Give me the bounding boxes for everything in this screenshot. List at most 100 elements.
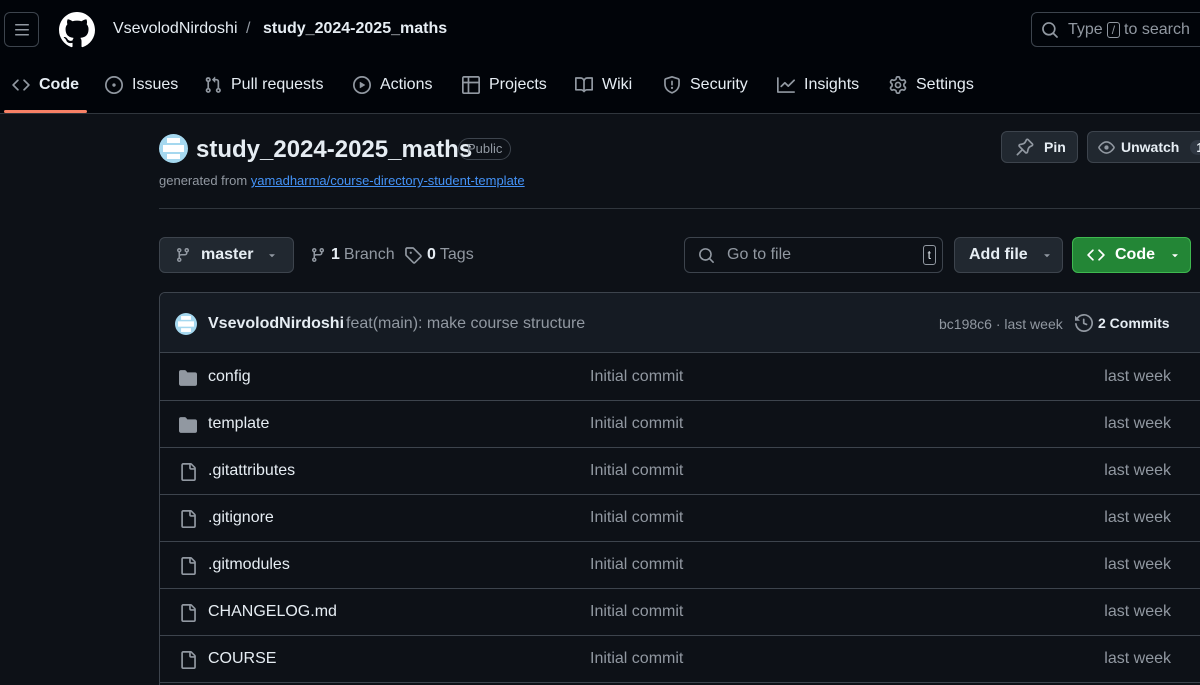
breadcrumb-separator: / xyxy=(246,20,251,37)
code-dropdown-button[interactable]: Code xyxy=(1072,237,1191,273)
search-icon xyxy=(1041,21,1059,39)
branch-selector-button[interactable]: master xyxy=(159,237,294,273)
file-icon xyxy=(179,557,197,575)
play-icon xyxy=(353,76,380,94)
commits-history-link[interactable]: 2 Commits xyxy=(1075,314,1170,332)
tab-actions[interactable]: Actions xyxy=(353,62,432,108)
branch-count: 1 xyxy=(331,246,340,263)
tab-insights[interactable]: Insights xyxy=(777,62,859,108)
tag-label: Tags xyxy=(439,246,474,263)
book-icon xyxy=(575,76,602,94)
commit-sha-and-date[interactable]: bc198c6 · last week xyxy=(939,316,1063,332)
file-commit-message[interactable]: Initial commit xyxy=(590,415,683,433)
file-commit-message[interactable]: Initial commit xyxy=(590,603,683,621)
commit-message-link[interactable]: feat(main): make course structure xyxy=(346,315,585,333)
git-branch-icon xyxy=(175,247,191,263)
commit-author-avatar[interactable] xyxy=(175,313,197,335)
global-header: VsevolodNirdoshi / study_2024-2025_maths… xyxy=(0,0,1200,114)
file-name-link[interactable]: COURSE xyxy=(208,650,276,668)
tab-pull-requests-label: Pull requests xyxy=(231,76,324,93)
tag-count: 0 xyxy=(427,246,436,263)
file-commit-message[interactable]: Initial commit xyxy=(590,368,683,386)
pin-icon xyxy=(1016,138,1034,156)
file-commit-message[interactable]: Initial commit xyxy=(590,509,683,527)
branch-name: master xyxy=(201,246,254,263)
watch-count: 1 xyxy=(1190,139,1200,155)
unwatch-button[interactable]: Unwatch 1 xyxy=(1087,131,1200,163)
issue-opened-icon xyxy=(105,76,132,94)
commit-author-link[interactable]: VsevolodNirdoshi xyxy=(208,315,344,333)
active-tab-indicator xyxy=(4,110,87,113)
git-branch-icon xyxy=(310,247,326,263)
header-divider xyxy=(159,208,1200,209)
tab-actions-label: Actions xyxy=(380,76,433,93)
code-icon xyxy=(1087,246,1105,264)
file-row[interactable]: COURSE Initial commit last week xyxy=(160,636,1200,683)
go-to-file-shortcut: t xyxy=(922,245,936,265)
tab-wiki[interactable]: Wiki xyxy=(575,62,632,108)
file-name-link[interactable]: .gitignore xyxy=(208,509,274,527)
file-row[interactable]: .gitattributes Initial commit last week xyxy=(160,448,1200,495)
history-icon xyxy=(1075,314,1098,332)
file-name-link[interactable]: .gitattributes xyxy=(208,462,295,480)
tab-security[interactable]: Security xyxy=(663,62,748,108)
github-logo-icon[interactable] xyxy=(59,12,95,48)
file-name-link[interactable]: template xyxy=(208,415,269,433)
tab-projects[interactable]: Projects xyxy=(462,62,547,108)
breadcrumb-owner-link[interactable]: VsevolodNirdoshi xyxy=(113,20,238,38)
table-icon xyxy=(462,76,489,94)
pin-button[interactable]: Pin xyxy=(1001,131,1078,163)
folder-icon xyxy=(179,416,197,434)
file-row[interactable]: .gitignore Initial commit last week xyxy=(160,495,1200,542)
hamburger-icon xyxy=(14,22,30,38)
file-commit-message[interactable]: Initial commit xyxy=(590,556,683,574)
tags-link[interactable]: 0 Tags xyxy=(404,246,474,264)
triangle-down-icon xyxy=(266,249,278,261)
file-row[interactable]: config Initial commit last week xyxy=(160,354,1200,401)
file-browser: VsevolodNirdoshi feat(main): make course… xyxy=(159,292,1200,685)
generated-from-prefix: generated from xyxy=(159,173,248,188)
commits-count: 2 Commits xyxy=(1098,315,1170,331)
triangle-down-icon xyxy=(1169,249,1181,261)
shield-icon xyxy=(663,76,690,94)
file-name-link[interactable]: .gitmodules xyxy=(208,556,290,574)
hamburger-menu-button[interactable] xyxy=(4,12,39,47)
go-to-file-input[interactable]: Go to file t xyxy=(684,237,943,273)
global-search-button[interactable]: Type / to search xyxy=(1031,12,1200,47)
visibility-badge: Public xyxy=(458,138,512,160)
file-row[interactable]: CHANGELOG.md Initial commit last week xyxy=(160,589,1200,636)
breadcrumb-repo-link[interactable]: study_2024-2025_maths xyxy=(263,20,447,38)
add-file-button[interactable]: Add file xyxy=(954,237,1063,273)
code-icon xyxy=(12,76,39,94)
repo-name[interactable]: study_2024-2025_maths xyxy=(196,136,472,164)
file-name-link[interactable]: CHANGELOG.md xyxy=(208,603,337,621)
search-icon xyxy=(698,247,715,264)
tab-settings-label: Settings xyxy=(916,76,974,93)
branches-link[interactable]: 1 Branch xyxy=(310,246,395,264)
file-commit-date: last week xyxy=(1104,462,1171,479)
file-commit-date: last week xyxy=(1104,556,1171,573)
tab-issues-label: Issues xyxy=(132,76,179,93)
go-to-file-placeholder: Go to file xyxy=(727,246,792,263)
template-repo-link[interactable]: yamadharma/course-directory-student-temp… xyxy=(251,173,525,188)
unwatch-label: Unwatch xyxy=(1121,139,1180,155)
branch-label: Branch xyxy=(343,246,395,263)
pin-label: Pin xyxy=(1044,139,1066,155)
tab-settings[interactable]: Settings xyxy=(889,62,974,108)
file-commit-date: last week xyxy=(1104,368,1171,385)
tab-issues[interactable]: Issues xyxy=(105,62,178,108)
tab-wiki-label: Wiki xyxy=(602,76,633,93)
file-commit-date: last week xyxy=(1104,509,1171,526)
file-icon xyxy=(179,604,197,622)
owner-avatar[interactable] xyxy=(159,134,188,163)
latest-commit-bar: VsevolodNirdoshi feat(main): make course… xyxy=(160,293,1200,353)
file-row[interactable]: template Initial commit last week xyxy=(160,401,1200,448)
triangle-down-icon xyxy=(1041,249,1053,261)
file-commit-message[interactable]: Initial commit xyxy=(590,650,683,668)
tab-code[interactable]: Code xyxy=(12,62,79,108)
file-name-link[interactable]: config xyxy=(208,368,251,386)
file-commit-message[interactable]: Initial commit xyxy=(590,462,683,480)
tab-code-label: Code xyxy=(39,76,79,93)
file-row[interactable]: .gitmodules Initial commit last week xyxy=(160,542,1200,589)
tab-pull-requests[interactable]: Pull requests xyxy=(204,62,324,108)
